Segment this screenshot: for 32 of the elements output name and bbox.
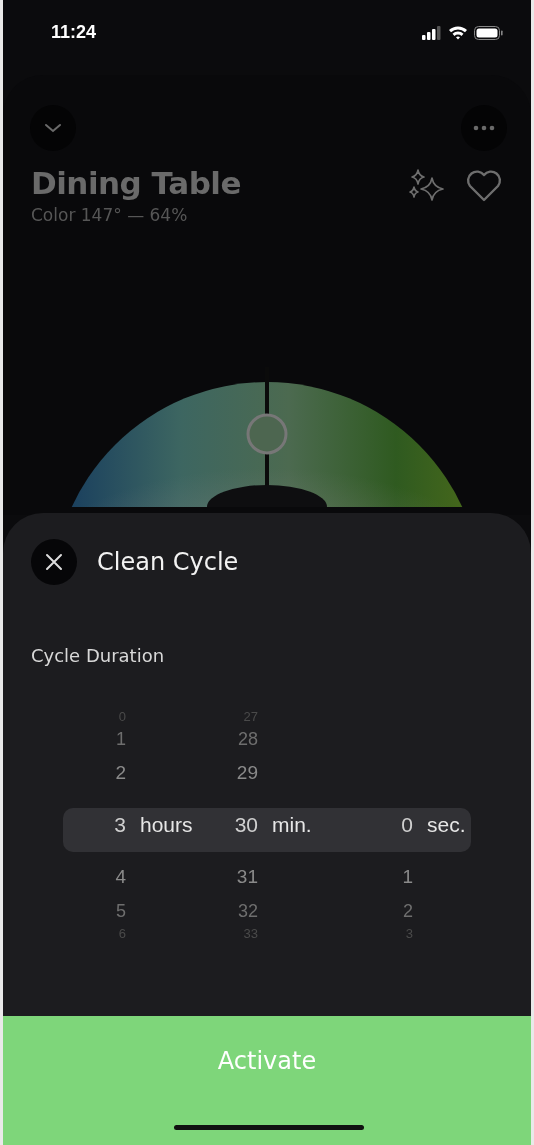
picker-value[interactable]: 0 <box>343 813 413 837</box>
battery-icon <box>474 25 503 40</box>
chevron-down-icon <box>44 123 62 133</box>
sparkles-icon[interactable] <box>407 169 445 203</box>
picker-value[interactable]: 28 <box>213 728 258 750</box>
wifi-icon <box>448 25 468 40</box>
picker-value[interactable]: 3 <box>63 813 126 837</box>
picker-value[interactable]: 29 <box>213 762 258 784</box>
close-button[interactable] <box>31 539 77 585</box>
unit-label: hours <box>140 813 193 837</box>
picker-value[interactable]: 2 <box>63 762 126 784</box>
unit-label: sec. <box>427 813 466 837</box>
picker-value[interactable]: 32 <box>213 900 258 922</box>
more-icon <box>473 125 495 131</box>
picker-value[interactable]: 30 <box>213 813 258 837</box>
picker-value[interactable]: 5 <box>63 900 126 922</box>
close-icon <box>45 553 63 571</box>
picker-value[interactable]: 1 <box>343 866 413 888</box>
more-button[interactable] <box>461 105 507 151</box>
section-label: Cycle Duration <box>30 644 166 666</box>
picker-value[interactable]: 31 <box>213 866 258 888</box>
picker-value[interactable]: 4 <box>63 866 126 888</box>
heart-icon[interactable] <box>465 169 503 203</box>
status-time: 11:24 <box>51 22 97 43</box>
sheet-title: Clean Cycle <box>97 548 239 576</box>
picker-value[interactable]: 2 <box>343 900 413 922</box>
light-title: Dining Table <box>31 165 242 201</box>
signal-icon <box>422 25 442 40</box>
unit-label: min. <box>272 813 312 837</box>
picker-value[interactable]: 1 <box>63 728 126 750</box>
color-reading: Color 147° — 64% <box>31 205 189 225</box>
activate-button[interactable]: Activate <box>3 1016 531 1145</box>
